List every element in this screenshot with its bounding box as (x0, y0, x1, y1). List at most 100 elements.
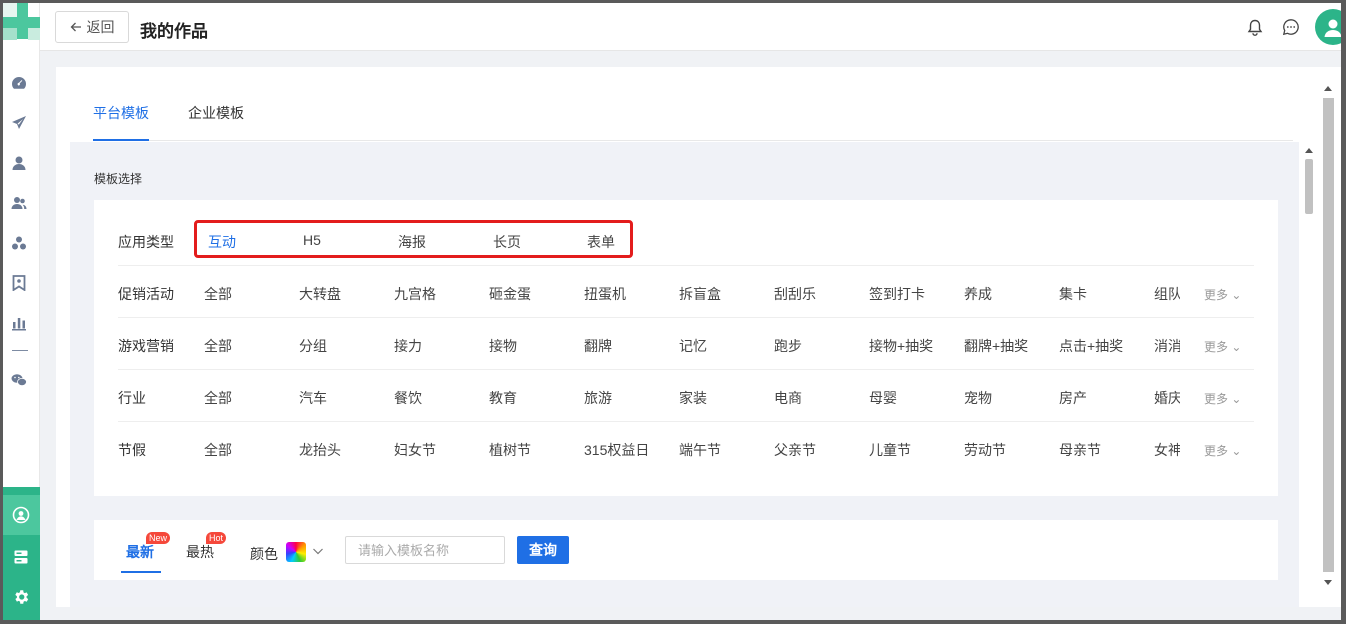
filter-option[interactable]: 电商 (774, 388, 802, 408)
send-icon[interactable] (9, 113, 29, 133)
filter-option[interactable]: 养成 (964, 284, 992, 304)
bar-chart-icon[interactable] (9, 313, 29, 333)
more-label: 更多 (1204, 444, 1229, 458)
filter-option[interactable]: 315权益日 (584, 440, 649, 460)
filter-option[interactable]: 点击+抽奖 (1059, 336, 1123, 356)
query-button[interactable]: 查询 (517, 536, 569, 564)
back-button[interactable]: 返回 (55, 11, 129, 43)
filter-label: 促销活动 (118, 286, 174, 302)
server-icon[interactable] (11, 547, 31, 567)
app-type-option[interactable]: 长页 (493, 232, 521, 252)
filter-row-promotion: 促销活动 全部 大转盘 九宫格 砸金蛋 扭蛋机 拆盲盒 刮刮乐 签到打卡 养成 … (118, 266, 1254, 318)
filter-option[interactable]: 九宫格 (394, 284, 436, 304)
app-type-option[interactable]: 表单 (587, 232, 615, 252)
filter-option[interactable]: 翻牌+抽奖 (964, 336, 1028, 356)
more-toggle[interactable]: 更多 ⌄ (1204, 286, 1241, 303)
sidebar (3, 3, 40, 620)
filter-option[interactable]: 组队 (1154, 284, 1180, 304)
filter-option[interactable]: 教育 (489, 388, 517, 408)
filter-row-industry: 行业 全部 汽车 餐饮 教育 旅游 家装 电商 母婴 宠物 房产 婚庆 更多 ⌄ (118, 370, 1254, 422)
filter-option[interactable]: 全部 (204, 440, 232, 460)
logo (3, 3, 40, 53)
filter-option[interactable]: 房产 (1059, 388, 1087, 408)
active-sort-indicator (121, 571, 161, 573)
filter-option[interactable]: 端午节 (679, 440, 721, 460)
template-name-search-input[interactable] (345, 536, 505, 564)
color-picker-swatch[interactable] (286, 542, 306, 562)
filter-option[interactable]: 接物+抽奖 (869, 336, 933, 356)
more-label: 更多 (1204, 340, 1229, 354)
filter-option[interactable]: 母婴 (869, 388, 897, 408)
template-selection-section: 模板选择 应用类型 互动 H5 海报 长页 表单 促销活动 全部 大转盘 九宫格… (70, 142, 1299, 607)
filter-option[interactable]: 砸金蛋 (489, 284, 531, 304)
more-toggle[interactable]: 更多 ⌄ (1204, 338, 1241, 355)
cluster-icon[interactable] (9, 233, 29, 253)
filter-option[interactable]: 接物 (489, 336, 517, 356)
chat-icon[interactable] (1281, 17, 1301, 37)
filter-option[interactable]: 扭蛋机 (584, 284, 626, 304)
filter-option[interactable]: 旅游 (584, 388, 612, 408)
sidebar-divider (12, 350, 28, 351)
bookmark-icon[interactable] (9, 273, 29, 293)
filter-option[interactable]: 龙抬头 (299, 440, 341, 460)
filter-option[interactable]: 翻牌 (584, 336, 612, 356)
filter-row-holidays: 节假 全部 龙抬头 妇女节 植树节 315权益日 端午节 父亲节 儿童节 劳动节… (118, 422, 1254, 474)
tab-platform-templates[interactable]: 平台模板 (93, 103, 149, 123)
filter-option[interactable]: 劳动节 (964, 440, 1006, 460)
filter-option[interactable]: 植树节 (489, 440, 531, 460)
user-avatar-icon (1324, 19, 1341, 37)
sidebar-bottom-group (3, 487, 40, 620)
filter-label: 应用类型 (118, 234, 174, 250)
chevron-down-icon: ⌄ (1228, 392, 1242, 406)
more-label: 更多 (1204, 288, 1229, 302)
filter-option[interactable]: 分组 (299, 336, 327, 356)
filter-option[interactable]: 汽车 (299, 388, 327, 408)
works-icon[interactable] (11, 505, 31, 525)
inner-scrollbar[interactable] (1301, 142, 1317, 607)
filter-option[interactable]: 大转盘 (299, 284, 341, 304)
more-label: 更多 (1204, 392, 1229, 406)
sort-tab-hottest[interactable]: 最热 (186, 542, 214, 562)
app-type-option[interactable]: 互动 (208, 232, 236, 252)
tab-enterprise-templates[interactable]: 企业模板 (188, 103, 244, 123)
filter-option[interactable]: 签到打卡 (869, 284, 925, 304)
filter-option[interactable]: 全部 (204, 284, 232, 304)
filter-option[interactable]: 父亲节 (774, 440, 816, 460)
app-type-option[interactable]: H5 (303, 232, 321, 248)
wechat-icon[interactable] (9, 370, 29, 390)
filter-option[interactable]: 接力 (394, 336, 422, 356)
filter-option[interactable]: 刮刮乐 (774, 284, 816, 304)
filter-option[interactable]: 餐饮 (394, 388, 422, 408)
filter-row-app-type: 应用类型 互动 H5 海报 长页 表单 (118, 214, 1254, 266)
filter-option[interactable]: 全部 (204, 336, 232, 356)
filter-option[interactable]: 跑步 (774, 336, 802, 356)
sort-tab-newest[interactable]: 最新 (126, 542, 154, 562)
filter-option[interactable]: 集卡 (1059, 284, 1087, 304)
more-toggle[interactable]: 更多 ⌄ (1204, 390, 1241, 407)
user-avatar[interactable] (1315, 9, 1341, 45)
filter-option[interactable]: 消消 (1154, 336, 1180, 356)
filter-option[interactable]: 儿童节 (869, 440, 911, 460)
filter-option[interactable]: 记忆 (679, 336, 707, 356)
filter-option[interactable]: 拆盲盒 (679, 284, 721, 304)
user-icon[interactable] (9, 153, 29, 173)
filter-option[interactable]: 女神 (1154, 440, 1180, 460)
page-scrollbar[interactable] (1320, 82, 1337, 592)
chevron-down-icon: ⌄ (1228, 288, 1242, 302)
bell-icon[interactable] (1245, 17, 1265, 37)
app-type-option[interactable]: 海报 (398, 232, 426, 252)
top-header: 返回 我的作品 (40, 3, 1341, 51)
chevron-down-icon[interactable] (312, 544, 324, 560)
filter-option[interactable]: 宠物 (964, 388, 992, 408)
search-toolbar: 最新 New 最热 Hot 颜色 查询 (94, 520, 1278, 580)
settings-icon[interactable] (11, 587, 31, 607)
filter-option[interactable]: 母亲节 (1059, 440, 1101, 460)
dashboard-icon[interactable] (9, 73, 29, 93)
main-content: 平台模板 企业模板 模板选择 应用类型 互动 H5 海报 长页 表单 促销活动 … (56, 67, 1341, 607)
filter-option[interactable]: 妇女节 (394, 440, 436, 460)
users-icon[interactable] (9, 193, 29, 213)
more-toggle[interactable]: 更多 ⌄ (1204, 442, 1241, 459)
filter-option[interactable]: 全部 (204, 388, 232, 408)
filter-option[interactable]: 婚庆 (1154, 388, 1180, 408)
filter-option[interactable]: 家装 (679, 388, 707, 408)
